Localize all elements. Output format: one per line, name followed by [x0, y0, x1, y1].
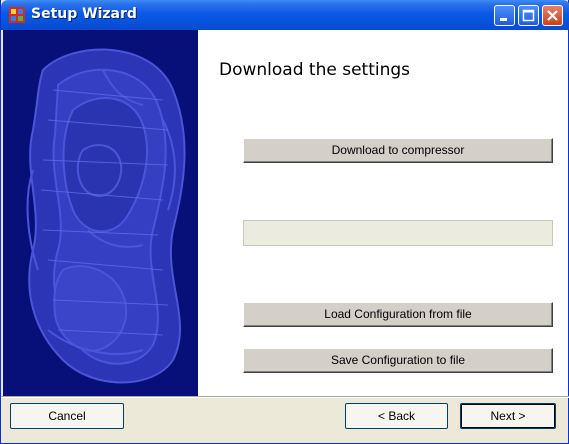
- side-panel-image: [3, 30, 198, 396]
- footer-separator: [1, 396, 569, 398]
- close-icon: [547, 10, 558, 21]
- setup-wizard-icon: [9, 7, 25, 23]
- maximize-button[interactable]: [518, 5, 539, 26]
- maximize-icon: [522, 9, 535, 22]
- window-title: Setup Wizard: [31, 6, 137, 22]
- next-button[interactable]: Next >: [460, 403, 556, 429]
- minimize-icon: [500, 18, 507, 21]
- download-progress-bar: [243, 220, 553, 246]
- back-button[interactable]: < Back: [345, 403, 448, 429]
- close-button[interactable]: [542, 5, 563, 26]
- setup-wizard-window: Setup Wizard Download the settings Downl…: [0, 0, 569, 444]
- title-bar[interactable]: Setup Wizard: [1, 0, 569, 30]
- decorative-artwork: [26, 48, 186, 384]
- save-configuration-button[interactable]: Save Configuration to file: [243, 348, 553, 373]
- cancel-button[interactable]: Cancel: [10, 403, 124, 429]
- minimize-button[interactable]: [494, 5, 515, 26]
- page-heading: Download the settings: [219, 60, 411, 80]
- load-configuration-button[interactable]: Load Configuration from file: [243, 302, 553, 327]
- wizard-page: Download the settings Download to compre…: [3, 30, 568, 396]
- download-to-compressor-button[interactable]: Download to compressor: [243, 138, 553, 163]
